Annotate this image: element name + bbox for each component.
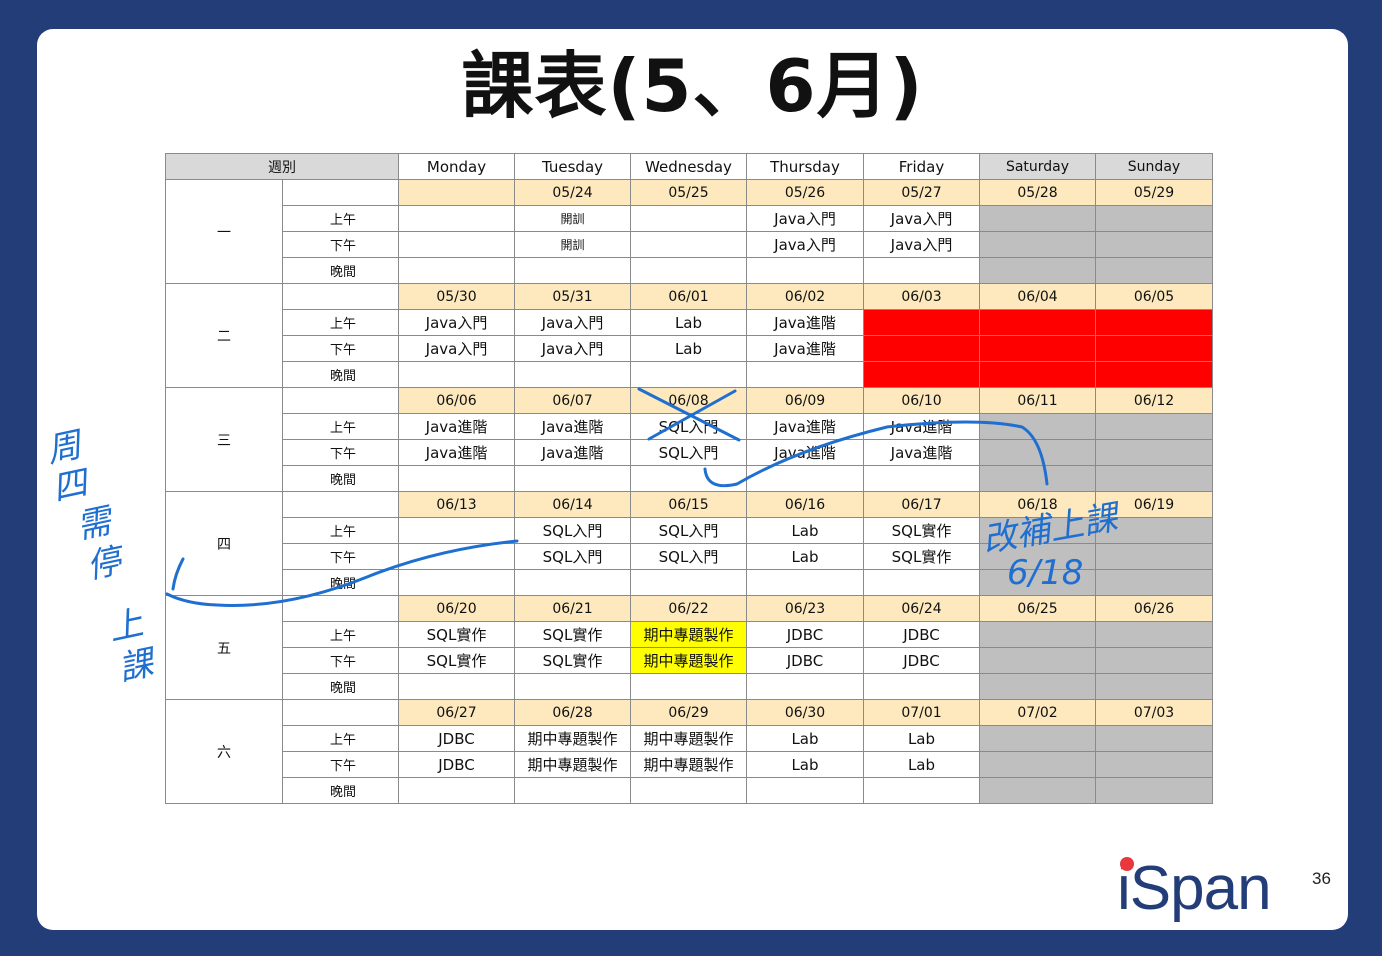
left-note-char-4: 停 [83,540,129,587]
left-note-char-3: 需 [73,500,118,547]
slide: 課表(5、6月) 週別 Monday Tuesday Wednesday Thursda… [37,29,1348,930]
left-note-char-2: 四 [49,462,94,509]
move-arrow-left [165,539,519,607]
move-arrow-right [703,420,1049,488]
right-note-date: 6/18 [1007,553,1083,593]
right-note: 改補上課 [979,497,1124,561]
left-note-char-5: 上 [105,603,148,649]
logo-accent-dot [1120,857,1134,871]
ispan-logo: iSpan [1117,849,1272,929]
logo-text: iSpan [1117,854,1272,923]
page-number: 36 [1312,869,1331,888]
arrow-head [171,557,185,591]
handwritten-annotations: 周 四 需 停 上 課 改補上課 6/18 [43,387,1124,689]
left-note-char-6: 課 [115,642,160,689]
